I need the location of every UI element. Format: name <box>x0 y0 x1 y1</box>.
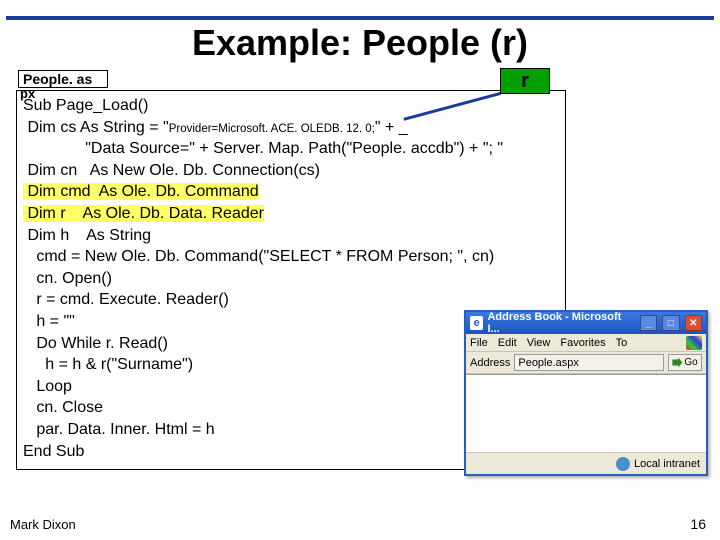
code-line: Dim r As Ole. Db. Data. Reader <box>23 203 559 225</box>
status-text: Local intranet <box>634 458 700 470</box>
address-label: Address <box>470 357 510 369</box>
code-line: Dim cn As New Ole. Db. Connection(cs) <box>23 160 559 182</box>
maximize-button[interactable]: □ <box>662 315 679 331</box>
r-callout-label: r <box>500 68 550 94</box>
footer-author: Mark Dixon <box>10 517 76 532</box>
browser-titlebar: e Address Book - Microsoft I... _ □ ✕ <box>466 312 706 334</box>
zone-icon <box>616 457 630 471</box>
menu-favorites[interactable]: Favorites <box>560 337 605 349</box>
browser-statusbar: Local intranet <box>466 452 706 474</box>
browser-menubar: File Edit View Favorites To <box>466 334 706 352</box>
menu-edit[interactable]: Edit <box>498 337 517 349</box>
title-rule <box>6 16 714 20</box>
browser-addressbar: Address People.aspx Go <box>466 352 706 374</box>
highlighted-span: Dim cmd As Ole. Db. Command <box>23 183 259 200</box>
menu-view[interactable]: View <box>527 337 551 349</box>
code-line: "Data Source=" + Server. Map. Path("Peop… <box>23 138 559 160</box>
code-line: cn. Open() <box>23 268 559 290</box>
go-button[interactable]: Go <box>668 354 702 371</box>
code-line: cmd = New Ole. Db. Command("SELECT * FRO… <box>23 246 559 268</box>
filename-label: People. as <box>18 70 108 88</box>
menu-tools[interactable]: To <box>616 337 628 349</box>
address-field[interactable]: People.aspx <box>514 354 664 371</box>
code-line: r = cmd. Execute. Reader() <box>23 289 559 311</box>
address-value: People.aspx <box>518 357 579 369</box>
close-button[interactable]: ✕ <box>685 315 702 331</box>
code-line: Dim cs As String = "Provider=Microsoft. … <box>23 117 559 139</box>
browser-title-text: Address Book - Microsoft I... <box>487 311 630 335</box>
highlighted-span: Dim r As Ole. Db. Data. Reader <box>23 205 264 222</box>
slide-title: Example: People (r) <box>0 22 720 64</box>
code-line: Dim cmd As Ole. Db. Command <box>23 181 559 203</box>
ie-icon: e <box>470 316 483 330</box>
code-line: Dim h As String <box>23 225 559 247</box>
windows-flag-icon <box>686 336 702 350</box>
minimize-button[interactable]: _ <box>640 315 657 331</box>
footer-page-number: 16 <box>690 516 706 532</box>
browser-viewport <box>466 374 706 452</box>
browser-window: e Address Book - Microsoft I... _ □ ✕ Fi… <box>464 310 708 476</box>
menu-file[interactable]: File <box>470 337 488 349</box>
go-arrow-icon <box>672 358 682 368</box>
filename-label-ext: px <box>20 86 35 101</box>
